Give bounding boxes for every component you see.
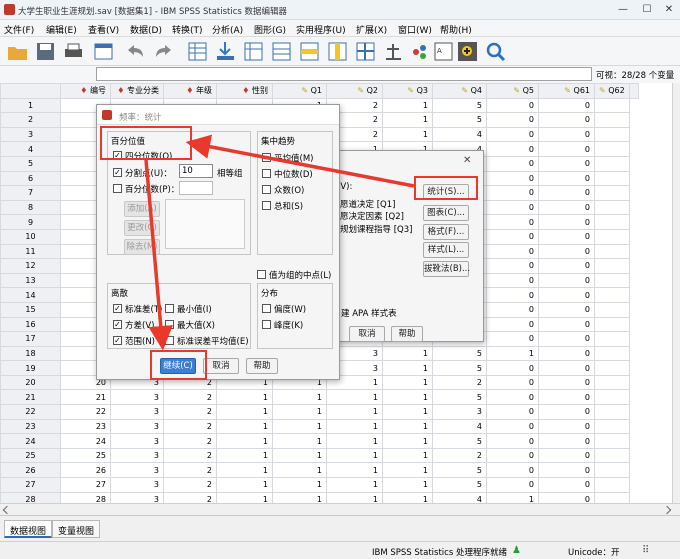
arrow-statistics-to-quartiles (185, 134, 415, 188)
annotation-arrows (144, 134, 415, 351)
arrow-quartiles-to-continue (144, 159, 173, 351)
